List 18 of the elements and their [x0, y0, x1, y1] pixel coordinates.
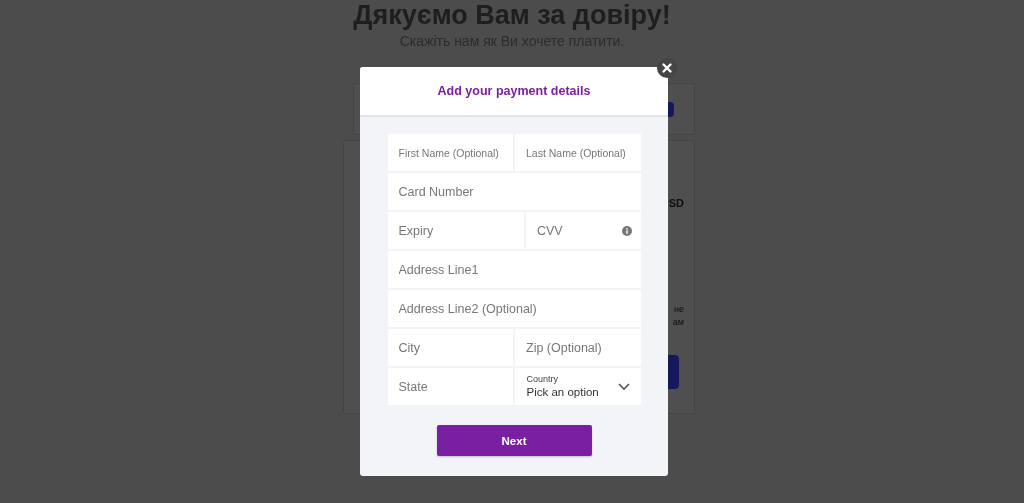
- dialog-title: Add your payment details: [437, 84, 591, 98]
- input-field[interactable]: CVV: [526, 212, 641, 249]
- input-field[interactable]: Address Line1: [387, 251, 641, 288]
- description-text: ам: [672, 317, 684, 327]
- input-field[interactable]: Last Name (Optional): [515, 134, 641, 171]
- input-field[interactable]: First Name (Optional): [387, 134, 513, 171]
- input-field[interactable]: Zip (Optional): [515, 329, 641, 366]
- input-field[interactable]: Address Line2 (Optional): [387, 290, 641, 327]
- input-field[interactable]: Card Number: [387, 173, 641, 210]
- country-select[interactable]: Country Pick an option: [514, 368, 641, 405]
- input-field[interactable]: City: [387, 329, 513, 366]
- chevron-down-icon: [617, 382, 630, 391]
- currency-text: SD: [668, 197, 684, 209]
- next-button[interactable]: Next: [436, 425, 592, 456]
- input-field[interactable]: Expiry: [387, 212, 524, 249]
- input-field[interactable]: State: [387, 368, 513, 405]
- info-icon[interactable]: [621, 225, 632, 236]
- close-icon[interactable]: [657, 58, 677, 78]
